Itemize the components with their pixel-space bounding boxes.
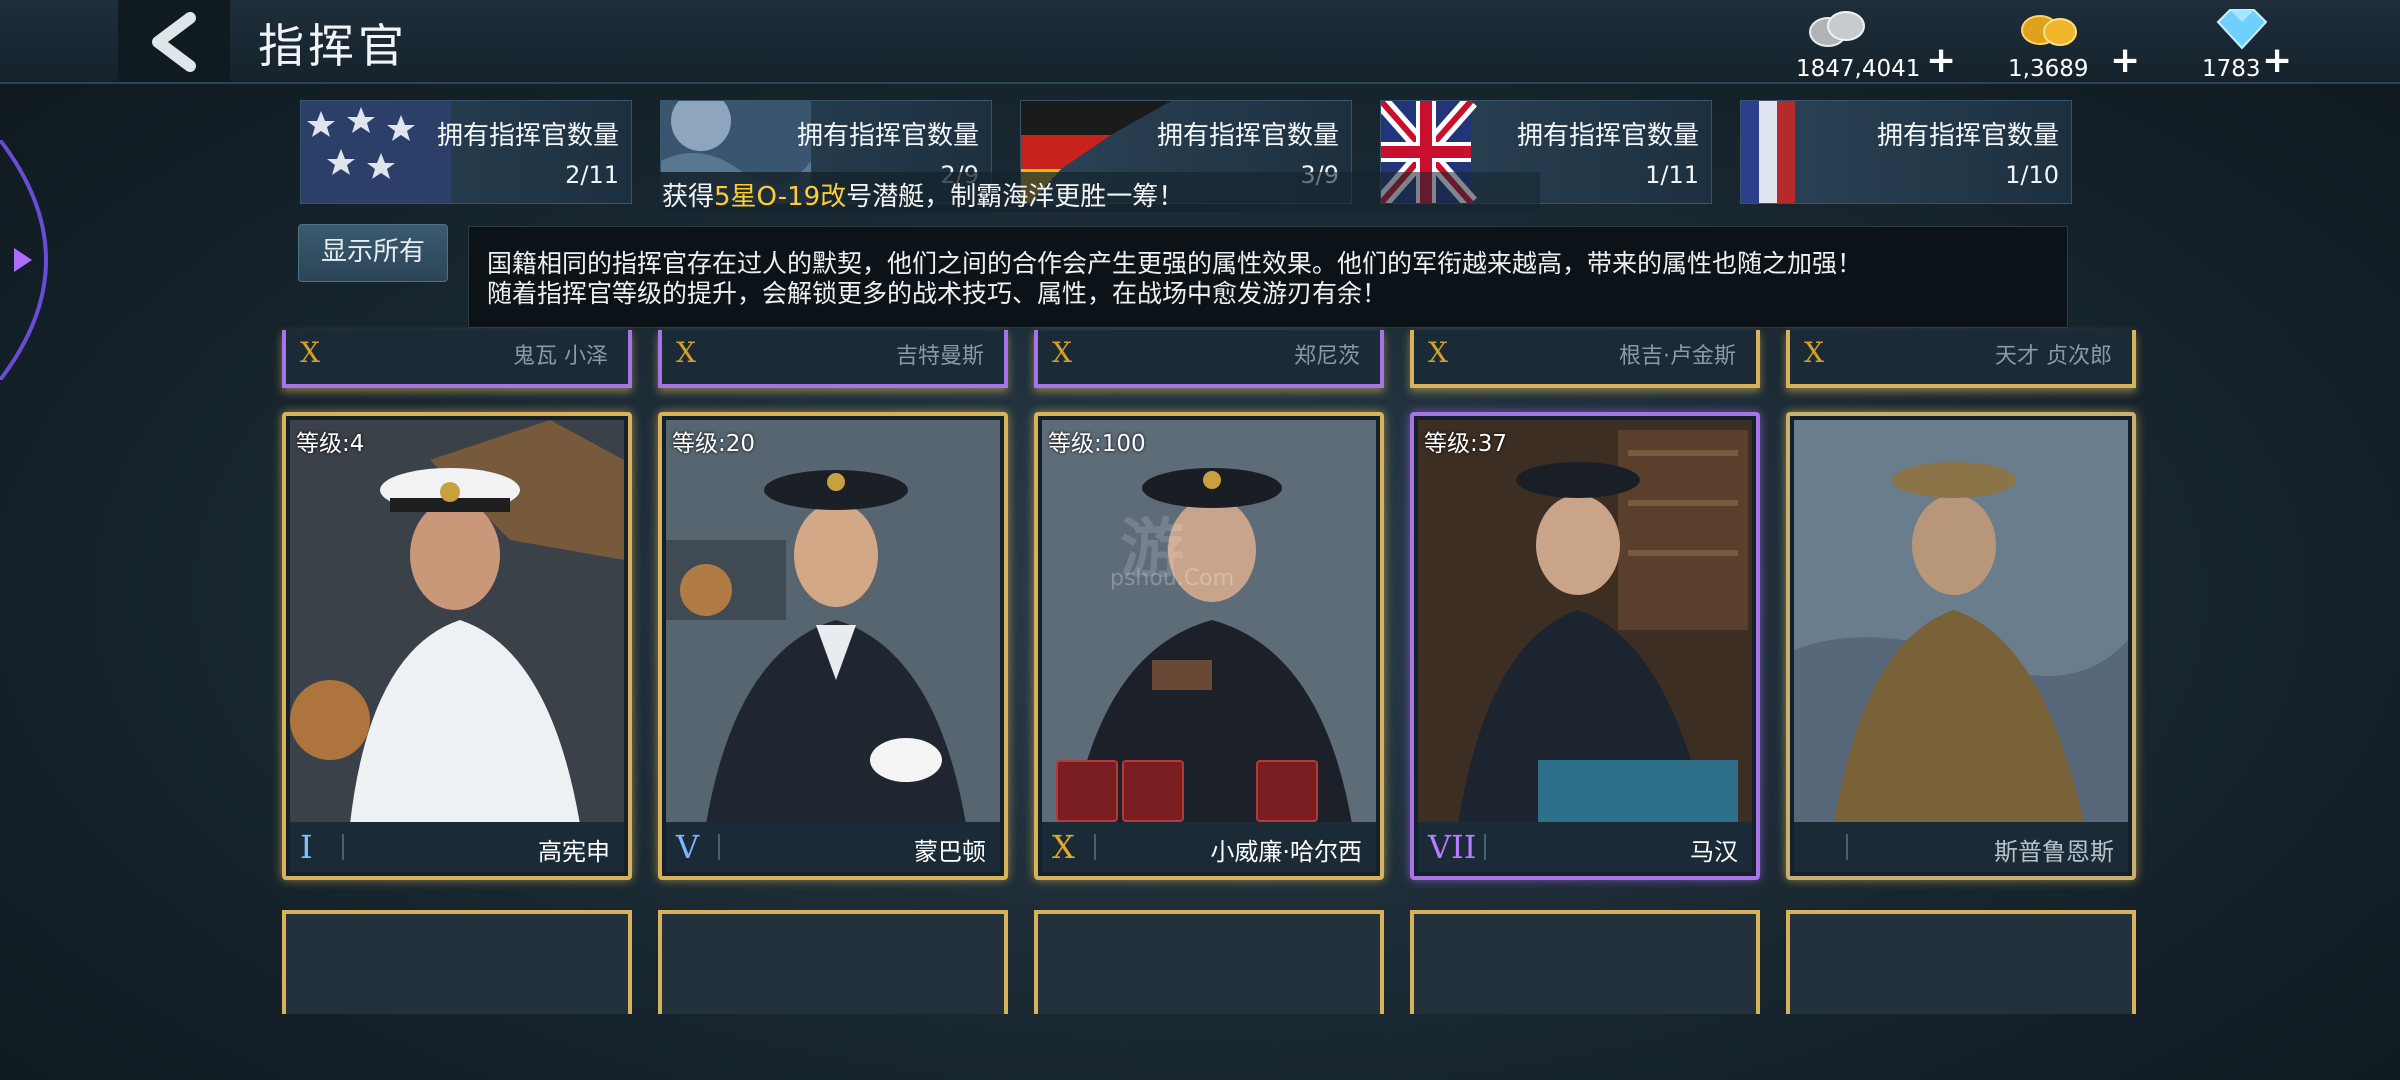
commander-nameplate: 斯普鲁恩斯: [1794, 822, 2128, 872]
nation-label: 拥有指挥官数量: [796, 121, 979, 151]
commander-portrait: [1794, 420, 2128, 824]
commander-card-top[interactable]: X 鬼瓦 小泽: [282, 330, 632, 388]
top-bar: 指挥官 1847,4041 + 1,3689 + 1783 +: [0, 0, 2400, 84]
commander-name: 蒙巴顿: [914, 838, 986, 866]
commander-nameplate: I 高宪申: [290, 822, 624, 872]
add-silver-button[interactable]: +: [1926, 40, 1956, 81]
commander-card-bottom[interactable]: [658, 910, 1008, 1014]
nation-label: 拥有指挥官数量: [1156, 121, 1339, 151]
diamond-amount: 1783: [2202, 56, 2261, 82]
nation-count: 2/11: [565, 161, 619, 189]
commander-nameplate: VII 马汉: [1418, 822, 1752, 872]
ammo-skill-icon[interactable]: [1056, 760, 1118, 822]
commander-rank: I: [300, 828, 313, 866]
commander-portrait: [1418, 420, 1752, 824]
tank-skill-icon[interactable]: [1256, 760, 1318, 822]
commander-rank: X: [1052, 828, 1075, 866]
commander-name: 小威廉·哈尔西: [1210, 838, 1362, 866]
gun-skill-icon[interactable]: [1122, 760, 1184, 822]
commander-card-top[interactable]: X 天才 贞次郎: [1786, 330, 2136, 388]
watermark-url: pshou.Com: [1110, 566, 1235, 591]
divider: [1094, 834, 1096, 860]
commander-card-top[interactable]: X 根吉·卢金斯: [1410, 330, 1760, 388]
commander-card-top[interactable]: X 吉特曼斯: [658, 330, 1008, 388]
nation-count: 1/11: [1645, 161, 1699, 189]
add-gold-button[interactable]: +: [2110, 40, 2140, 81]
divider: [342, 834, 344, 860]
commander-nameplate: X 小威廉·哈尔西: [1042, 822, 1376, 872]
nation-count: 1/10: [2005, 161, 2059, 189]
commander-portrait: [290, 420, 624, 824]
back-button[interactable]: [118, 0, 230, 82]
commander-level: 等级:37: [1424, 431, 1508, 457]
diamond-resource[interactable]: 1783 +: [2200, 4, 2310, 82]
divider: [718, 834, 720, 860]
side-panel-toggle[interactable]: [0, 140, 52, 380]
commander-name: 马汉: [1690, 838, 1738, 866]
divider: [1484, 834, 1486, 860]
commander-level: 等级:100: [1048, 431, 1146, 457]
add-diamond-button[interactable]: +: [2262, 40, 2292, 81]
tooltip-line-1: 国籍相同的指挥官存在过人的默契，他们之间的合作会产生更强的属性效果。他们的军衔越…: [487, 249, 1863, 278]
commander-card[interactable]: 等级:4 I 高宪申: [282, 412, 632, 880]
commander-level: 等级:4: [296, 431, 365, 457]
info-tooltip: 国籍相同的指挥官存在过人的默契，他们之间的合作会产生更强的属性效果。他们的军衔越…: [468, 226, 2068, 328]
nation-label: 拥有指挥官数量: [436, 121, 619, 151]
commander-card[interactable]: 等级:37 VII 马汉: [1410, 412, 1760, 880]
gold-amount: 1,3689: [2008, 56, 2089, 82]
commander-portrait: [666, 420, 1000, 824]
silver-resource[interactable]: 1847,4041 +: [1796, 4, 1966, 82]
gold-coin-icon: [2021, 15, 2077, 46]
france-flag-icon: [1741, 101, 1795, 203]
commander-name: 高宪申: [538, 838, 610, 866]
commander-card-bottom[interactable]: [1034, 910, 1384, 1014]
nation-label: 拥有指挥官数量: [1516, 121, 1699, 151]
nation-label: 拥有指挥官数量: [1876, 121, 2059, 151]
commander-nameplate: V 蒙巴顿: [666, 822, 1000, 872]
commander-rank: VII: [1428, 828, 1477, 866]
commander-card[interactable]: 等级:100 X 小威廉·哈尔西: [1034, 412, 1384, 880]
commander-card-bottom[interactable]: [1786, 910, 2136, 1014]
commander-name: 斯普鲁恩斯: [1994, 838, 2114, 866]
commander-card[interactable]: 等级:20 V 蒙巴顿: [658, 412, 1008, 880]
commander-card-bottom[interactable]: [282, 910, 632, 1014]
page-title: 指挥官: [258, 19, 408, 73]
commander-rank: V: [676, 828, 700, 866]
show-all-button[interactable]: 显示所有: [298, 224, 448, 282]
nation-filter-usa[interactable]: 拥有指挥官数量 2/11: [300, 100, 632, 204]
commander-card-bottom[interactable]: [1410, 910, 1760, 1014]
gold-resource[interactable]: 1,3689 +: [2008, 4, 2148, 82]
divider: [1846, 834, 1848, 860]
silver-amount: 1847,4041: [1796, 56, 1921, 82]
commander-level: 等级:20: [672, 431, 756, 457]
commander-card-top[interactable]: X 郑尼茨: [1034, 330, 1384, 388]
broadcast-highlight: 5星O-19改: [714, 182, 847, 212]
silver-coin-icon: [1809, 11, 1865, 47]
broadcast-banner: 获得5星O-19改号潜艇，制霸海洋更胜一筹！: [660, 172, 1540, 212]
broadcast-text: 获得5星O-19改号潜艇，制霸海洋更胜一筹！: [662, 182, 1185, 212]
expand-arrow-icon: [14, 248, 32, 272]
nation-filter-france[interactable]: 拥有指挥官数量 1/10: [1740, 100, 2072, 204]
usa-flag-icon: [301, 101, 451, 203]
tooltip-line-2: 随着指挥官等级的提升，会解锁更多的战术技巧、属性，在战场中愈发游刃有余！: [487, 279, 1388, 308]
skill-icons: [1056, 760, 1376, 822]
commander-card-locked[interactable]: 斯普鲁恩斯: [1786, 412, 2136, 880]
back-arrow-icon: [152, 12, 196, 72]
